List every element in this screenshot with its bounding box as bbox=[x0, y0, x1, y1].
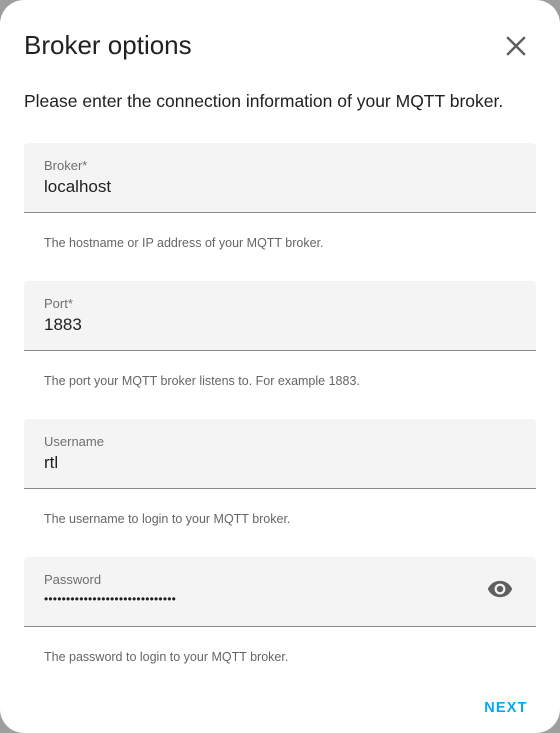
broker-field[interactable]: Broker* localhost bbox=[24, 143, 536, 213]
username-helper-text: The username to login to your MQTT broke… bbox=[44, 512, 291, 526]
close-button[interactable] bbox=[500, 32, 532, 64]
username-input[interactable]: rtl bbox=[44, 452, 58, 474]
broker-options-dialog: Broker options Please enter the connecti… bbox=[0, 0, 560, 733]
dialog-title: Broker options bbox=[24, 30, 192, 60]
username-label: Username bbox=[44, 434, 104, 449]
password-field[interactable]: Password •••••••••••••••••••••••••••••• bbox=[24, 557, 536, 627]
password-input[interactable]: •••••••••••••••••••••••••••••• bbox=[44, 592, 176, 606]
broker-helper-text: The hostname or IP address of your MQTT … bbox=[44, 236, 324, 250]
password-helper-text: The password to login to your MQTT broke… bbox=[44, 650, 289, 664]
eye-icon bbox=[487, 580, 513, 603]
username-field[interactable]: Username rtl bbox=[24, 419, 536, 489]
next-button[interactable]: NEXT bbox=[474, 694, 538, 722]
close-icon bbox=[505, 35, 527, 62]
port-label: Port* bbox=[44, 296, 73, 311]
password-label: Password bbox=[44, 572, 102, 587]
broker-input[interactable]: localhost bbox=[44, 176, 111, 198]
dialog-description: Please enter the connection information … bbox=[24, 91, 504, 111]
show-password-button[interactable] bbox=[486, 579, 514, 603]
broker-label: Broker* bbox=[44, 158, 88, 173]
port-field[interactable]: Port* 1883 bbox=[24, 281, 536, 351]
port-input[interactable]: 1883 bbox=[44, 314, 82, 336]
port-helper-text: The port your MQTT broker listens to. Fo… bbox=[44, 374, 360, 388]
